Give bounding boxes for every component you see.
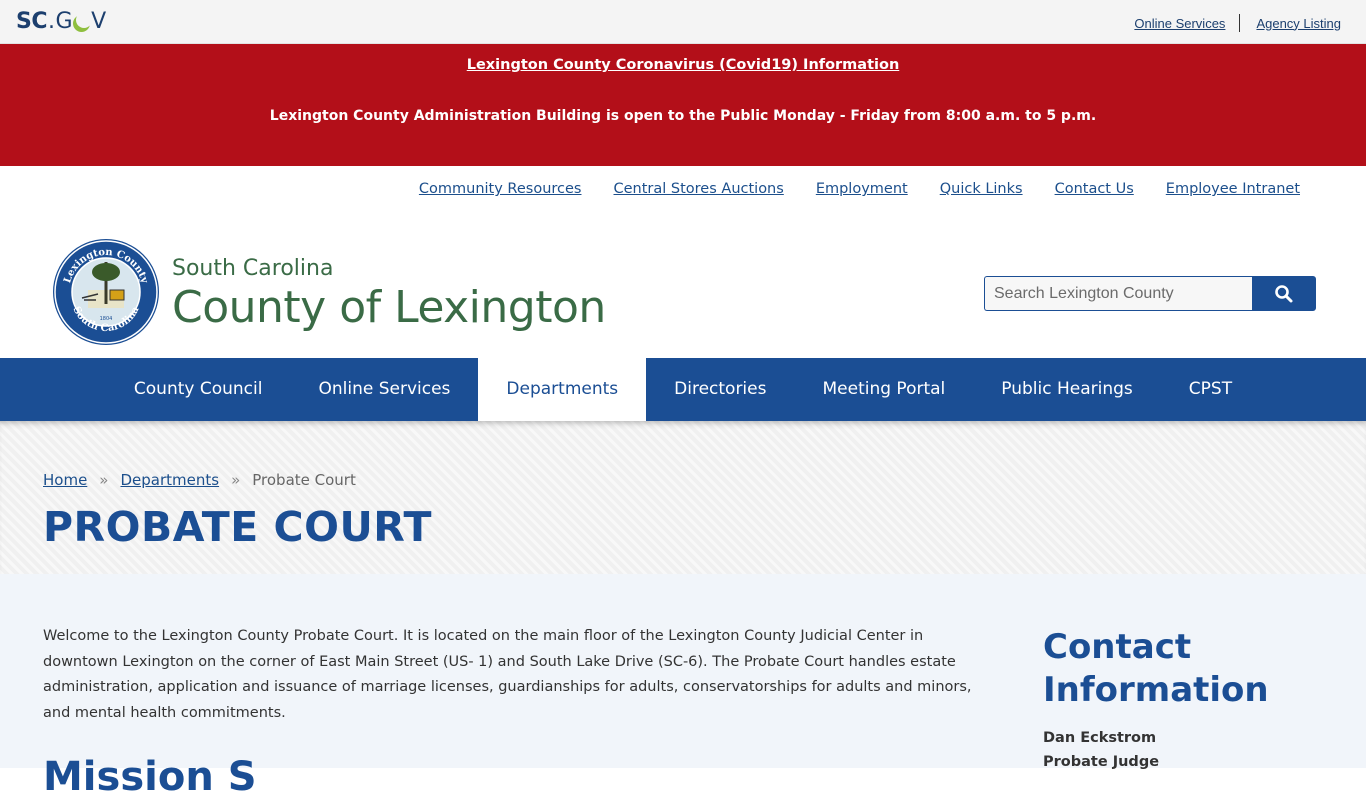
- covid-info-link[interactable]: Lexington County Coronavirus (Covid19) I…: [467, 57, 900, 73]
- building-hours-notice: Lexington County Administration Building…: [269, 108, 1097, 124]
- scgov-logo-v: V: [91, 9, 106, 34]
- breadcrumb: Home » Departments » Probate Court: [43, 471, 356, 489]
- search-button[interactable]: [1252, 276, 1316, 311]
- nav-public-hearings[interactable]: Public Hearings: [973, 358, 1161, 421]
- intro-paragraph: Welcome to the Lexington County Probate …: [43, 628, 972, 721]
- site-search: [984, 276, 1316, 311]
- contact-name: Dan Eckstrom: [1043, 730, 1157, 746]
- nav-online-services[interactable]: Online Services: [290, 358, 478, 421]
- breadcrumb-current: Probate Court: [252, 471, 356, 489]
- scgov-logo[interactable]: SC. G V: [16, 9, 106, 35]
- contact-heading: Contact Information: [1043, 627, 1269, 710]
- page-title: PROBATE COURT: [43, 503, 432, 551]
- county-seal-logo[interactable]: Lexington County South Carolina 1804: [52, 238, 160, 346]
- breadcrumb-departments-link[interactable]: Departments: [120, 471, 219, 489]
- utility-link-contact-us[interactable]: Contact Us: [1055, 181, 1134, 197]
- search-icon: [1275, 284, 1293, 302]
- scgov-agency-listing-link[interactable]: Agency Listing: [1256, 16, 1341, 31]
- nav-meeting-portal[interactable]: Meeting Portal: [794, 358, 973, 421]
- divider: [1239, 14, 1241, 32]
- alert-banner: Lexington County Coronavirus (Covid19) I…: [0, 44, 1366, 166]
- breadcrumb-separator: »: [231, 471, 241, 489]
- nav-cpst[interactable]: CPST: [1161, 358, 1260, 421]
- nav-county-council[interactable]: County Council: [106, 358, 291, 421]
- utility-nav: Community Resources Central Stores Aucti…: [387, 181, 1300, 197]
- scgov-logo-g: G: [55, 9, 73, 34]
- page-header: Home » Departments » Probate Court PROBA…: [0, 421, 1366, 574]
- scgov-online-services-link[interactable]: Online Services: [1134, 16, 1225, 31]
- breadcrumb-separator: »: [99, 471, 109, 489]
- mission-heading: Mission S: [43, 754, 257, 800]
- main-nav: County Council Online Services Departmen…: [0, 358, 1366, 421]
- scgov-logo-dot: .: [48, 9, 55, 34]
- brand-county[interactable]: County of Lexington: [172, 282, 606, 333]
- utility-link-central-stores-auctions[interactable]: Central Stores Auctions: [614, 181, 784, 197]
- nav-departments[interactable]: Departments: [478, 358, 647, 421]
- scgov-logo-sc: SC: [16, 9, 48, 34]
- utility-link-employment[interactable]: Employment: [816, 181, 908, 197]
- search-input[interactable]: [984, 276, 1252, 311]
- scgov-links: Online Services Agency Listing: [1134, 14, 1341, 32]
- crescent-moon-icon: [73, 11, 93, 32]
- utility-link-employee-intranet[interactable]: Employee Intranet: [1166, 181, 1300, 197]
- utility-link-quick-links[interactable]: Quick Links: [940, 181, 1023, 197]
- scgov-bar: SC. G V Online Services Agency Listing: [0, 0, 1366, 44]
- brand-state: South Carolina: [172, 256, 334, 281]
- main-content: Welcome to the Lexington County Probate …: [0, 574, 1366, 800]
- nav-directories[interactable]: Directories: [646, 358, 794, 421]
- seal-year: 1804: [100, 316, 113, 322]
- utility-link-community-resources[interactable]: Community Resources: [419, 181, 582, 197]
- breadcrumb-home-link[interactable]: Home: [43, 471, 87, 489]
